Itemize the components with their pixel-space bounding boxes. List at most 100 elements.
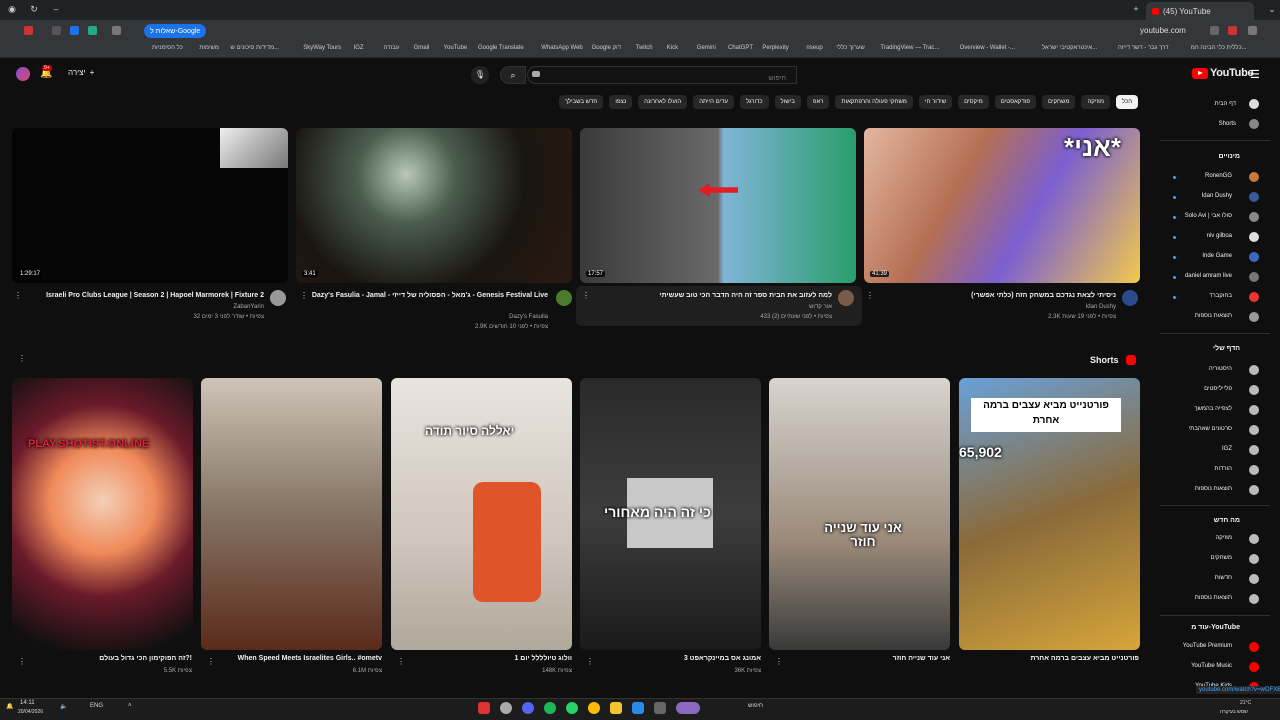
video-thumbnail[interactable]: 1:29:17 [12,128,288,283]
mic-icon[interactable]: 🎙 [471,66,489,84]
sidebar-more-item[interactable]: YouTube Music [1191,663,1232,669]
bookmark-item[interactable]: IGZ [354,45,364,51]
search-input[interactable] [528,70,796,87]
sidebar-explore-item[interactable]: חדשות [1215,575,1232,581]
clock-time[interactable]: 14:11 [20,700,35,706]
short-thumbnail[interactable]: כי זה היה מאחורי [580,378,761,650]
video-title[interactable]: ניסיתי לצאת נגדכם במשחק הזה (כלתי אפשרי) [971,292,1116,299]
sidebar-you-item[interactable]: הורדות [1214,466,1232,472]
sidebar-explore-item[interactable]: משחקים [1211,555,1232,561]
bookmark-item[interactable]: שערוך כללי [836,45,864,51]
channel-avatar[interactable] [838,290,854,306]
chip-filter[interactable]: מיקסים [958,95,989,109]
more-icon[interactable]: ⋮ [866,291,874,300]
short-title[interactable]: When Speed Meets Israelites Girls.. #ome… [238,655,382,662]
lock-icon[interactable] [1210,26,1219,35]
sidebar-subscription[interactable]: תוצאות נוספות [1195,313,1232,319]
bookmark-item[interactable]: כל הסימניות [152,45,183,51]
short-title[interactable]: פורטנייט מביא עצבים ברמה אחרת [1030,655,1139,662]
star-icon[interactable] [112,26,121,35]
channel-avatar[interactable] [270,290,286,306]
sidebar-subscription[interactable]: Inde Game [1202,253,1232,259]
chip-filter[interactable]: הועלו לאחרונה [638,95,688,109]
chip-filter[interactable]: נצפו [609,95,633,109]
sidebar-more-item[interactable]: YouTube Premium [1183,643,1232,649]
bookmark-item[interactable]: YouTube [444,45,468,51]
you-heading[interactable]: הדף שלי [1213,345,1240,352]
search-button[interactable]: ⌕ [500,66,526,84]
volume-icon[interactable]: 🔈 [60,703,67,710]
channel-avatar[interactable] [556,290,572,306]
share-icon[interactable] [1248,26,1257,35]
reload-icon[interactable]: ↻ [28,4,40,15]
sidebar-you-item[interactable]: סרטונים שאהבתי [1189,426,1232,432]
extension-icon[interactable] [88,26,97,35]
subscriptions-heading[interactable]: מינויים [1219,153,1240,160]
youtube-logo[interactable]: YouTube [1192,67,1254,79]
discord-icon[interactable] [522,702,534,714]
app-icon[interactable] [676,702,700,714]
short-thumbnail[interactable]: פורטנייט מביא עצבים ברמה אחרת 65,902 [959,378,1140,650]
short-thumbnail[interactable]: PLAY.SHOTIST.ONLINE [12,378,193,650]
menu-icon[interactable]: ☰ [1250,68,1260,81]
channel-name[interactable]: ZabanYarin [233,304,264,310]
chevron-up-icon[interactable]: ˄ [128,703,132,709]
new-tab-icon[interactable]: + [1130,4,1142,14]
sidebar-subscription[interactable]: Solo Avi | סולו אבי [1185,213,1232,219]
extension-icon[interactable] [1228,26,1237,35]
chip-filter[interactable]: ראפ [806,95,830,109]
sidebar-you-item[interactable]: תוצאות נוספות [1195,486,1232,492]
more-icon[interactable]: ⋮ [775,657,783,666]
short-title[interactable]: וולוג טיולללל יום 1 [514,655,572,662]
video-thumbnail[interactable]: 17:57 [580,128,856,283]
sidebar-explore-item[interactable]: תוצאות נוספות [1195,595,1232,601]
spotify-icon[interactable] [544,702,556,714]
bell-icon[interactable]: 🔔 [6,703,13,710]
video-title[interactable]: Dazy's Fasulia - Jamal - ג'מאל - הפסוליה… [312,292,548,299]
chip-filter[interactable]: הכל [1115,95,1138,109]
bookmark-item[interactable]: Kick [667,45,678,51]
video-thumbnail[interactable]: *אני* 41:39 [864,128,1140,283]
language-indicator[interactable]: ENG [90,703,103,709]
profile-icon[interactable]: ◉ [6,4,18,15]
avatar[interactable] [16,67,30,81]
keyboard-icon[interactable] [532,71,540,77]
video-thumbnail[interactable]: 3:41 [296,128,572,283]
bookmark-item[interactable]: Twitch [636,45,653,51]
chrome-icon[interactable] [588,702,600,714]
channel-name[interactable]: Dazy's Fasulia [509,314,548,320]
more-icon[interactable]: ⋮ [582,291,590,300]
bookmark-item[interactable]: Overview - Wallet -... [960,45,1015,51]
app-icon[interactable] [478,702,490,714]
extension-icon[interactable] [24,26,33,35]
chip-filter[interactable]: פודקאסטים [994,95,1036,109]
channel-avatar[interactable] [1122,290,1138,306]
bookmark-item[interactable]: Perplexity [762,45,788,51]
sidebar-item-shorts[interactable]: Shorts [1219,121,1236,127]
photos-icon[interactable] [632,702,644,714]
chip-filter[interactable]: חדש בשבילך [558,95,604,109]
window-menu-icon[interactable]: ⌄ [1266,4,1278,15]
bookmark-item[interactable]: דרך גבר - דשר דייזה [1118,45,1169,51]
folder-icon[interactable] [610,702,622,714]
chip-filter[interactable]: עדים הייתה [693,95,734,109]
more-icon[interactable]: ⋮ [14,291,22,300]
channel-name[interactable]: אור קדוש [809,304,832,310]
sidebar-subscription[interactable]: RonenGG [1205,173,1232,179]
app-icon[interactable] [500,702,512,714]
sidebar-subscription[interactable]: niv gilboa [1207,233,1232,239]
short-title[interactable]: זה הפוקימון הכי גדול בעולם?! [99,655,192,662]
sidebar-you-item[interactable]: פלייליסטים [1204,386,1232,392]
sidebar-subscription[interactable]: בחוקברד [1209,293,1232,299]
chip-filter[interactable]: משחקי פעולה והרפתקאות [835,95,913,109]
sidebar-you-item[interactable]: לצפייה בהמשך [1194,406,1232,412]
short-title[interactable]: אמונג אס במיינקראפט 3 [684,655,761,662]
extension-icon[interactable] [52,26,61,35]
chip-filter[interactable]: שידור חי [918,95,953,109]
video-title[interactable]: למה לעזוב את הבית ספר זה היה הדבר הכי טו… [660,292,832,299]
bookmark-item[interactable]: Gemini [697,45,716,51]
sidebar-item-home[interactable]: דף הבית [1214,101,1236,107]
bookmark-item[interactable]: משימות [199,45,219,51]
browser-tab[interactable]: (45) YouTube [1146,2,1254,20]
sidebar-you-item[interactable]: IGZ [1222,446,1232,452]
